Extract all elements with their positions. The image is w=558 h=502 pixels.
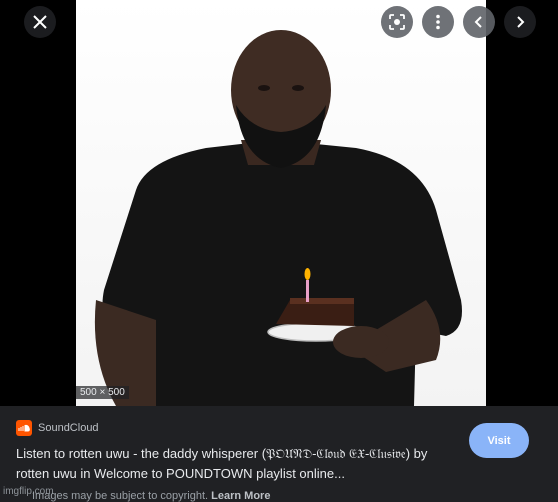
more-vert-icon (436, 14, 440, 30)
source-row[interactable]: SoundCloud (16, 420, 99, 436)
preview-image[interactable] (76, 0, 486, 406)
soundcloud-icon (16, 420, 32, 436)
learn-more-link[interactable]: Learn More (211, 490, 270, 502)
source-name: SoundCloud (38, 422, 99, 434)
result-title-link[interactable]: Listen to rotten uwu - the daddy whisper… (16, 444, 462, 484)
more-options-button[interactable] (422, 6, 454, 38)
visit-button[interactable]: Visit (469, 423, 529, 458)
result-info-panel: SoundCloud Listen to rotten uwu - the da… (0, 406, 558, 502)
copyright-text: Images may be subject to copyright. (32, 490, 209, 502)
close-icon (33, 15, 47, 29)
chevron-left-icon (474, 16, 482, 28)
close-button[interactable] (24, 6, 56, 38)
watermark: imgflip.com (3, 486, 54, 497)
copyright-notice: Images may be subject to copyright. Lear… (32, 490, 270, 502)
google-lens-button[interactable] (381, 6, 413, 38)
chevron-right-icon (517, 16, 525, 28)
next-button[interactable] (504, 6, 536, 38)
photo-illustration (94, 30, 462, 406)
google-lens-icon (389, 14, 405, 30)
image-dimensions: 500 × 500 (76, 386, 129, 399)
image-viewer: 500 × 500 (0, 0, 558, 406)
previous-button[interactable] (463, 6, 495, 38)
